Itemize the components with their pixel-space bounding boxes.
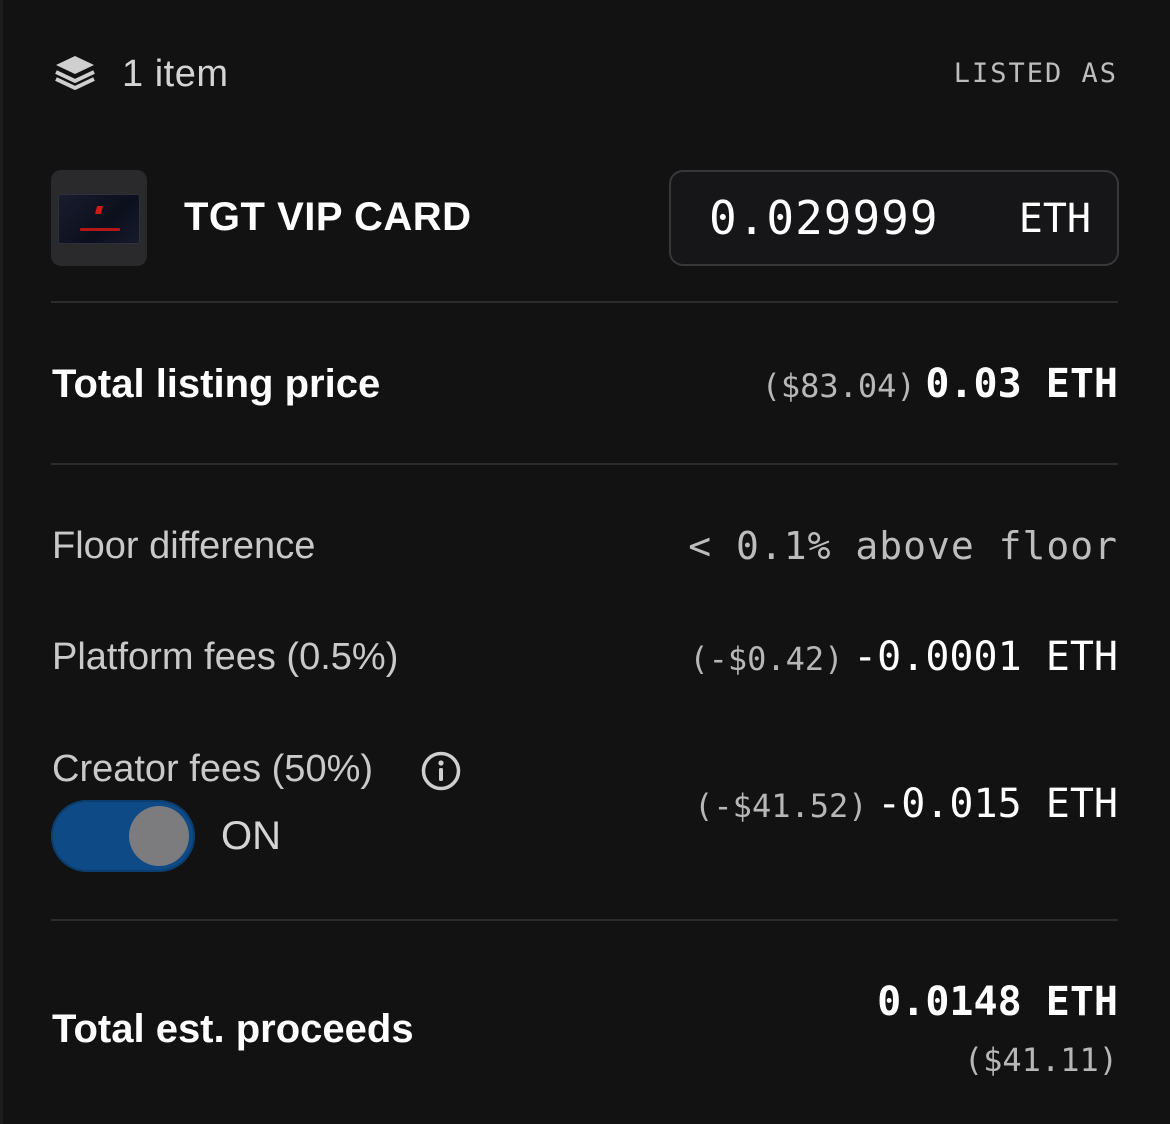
platform-fees-value: (-$0.42) -0.0001 ETH	[689, 634, 1118, 688]
layers-icon	[55, 56, 95, 90]
total-proceeds-usd: ($41.11)	[963, 1041, 1118, 1079]
creator-fees-label: Creator fees (50%)	[52, 748, 374, 790]
floor-difference-value: < 0.1% above floor	[688, 524, 1118, 568]
toggle-knob[interactable]	[129, 806, 189, 866]
divider	[51, 463, 1118, 465]
total-proceeds-label: Total est. proceeds	[52, 1007, 414, 1051]
panel-edge	[0, 0, 3, 1124]
creator-fees-eth: -0.015 ETH	[877, 781, 1118, 827]
floor-difference-label: Floor difference	[52, 525, 316, 567]
listing-price-input[interactable]: 0.029999 ETH	[669, 170, 1119, 266]
total-proceeds-eth: 0.0148 ETH	[877, 979, 1118, 1025]
card-text-mark	[80, 228, 120, 231]
platform-fees-usd: (-$0.42)	[689, 640, 844, 678]
price-value[interactable]: 0.029999	[709, 192, 939, 244]
total-listing-price-label: Total listing price	[52, 362, 381, 406]
creator-fees-usd: (-$41.52)	[694, 787, 868, 825]
total-listing-usd: ($83.04)	[761, 367, 916, 405]
total-listing-eth: 0.03 ETH	[925, 361, 1118, 407]
info-icon[interactable]	[420, 750, 462, 792]
listed-as-label: LISTED AS	[953, 58, 1118, 89]
creator-fees-value: (-$41.52) -0.015 ETH	[694, 781, 1118, 835]
item-count: 1 item	[122, 53, 229, 95]
nft-thumbnail[interactable]	[51, 170, 147, 266]
vip-card-image	[58, 194, 140, 244]
creator-fees-toggle[interactable]	[51, 800, 195, 872]
divider	[51, 919, 1118, 921]
toggle-state-label: ON	[221, 814, 281, 858]
platform-fees-eth: -0.0001 ETH	[853, 634, 1118, 680]
price-unit: ETH	[1018, 196, 1091, 242]
item-name: TGT VIP CARD	[184, 195, 472, 239]
divider	[51, 301, 1118, 303]
card-logo	[94, 206, 104, 214]
total-listing-price-value: ($83.04) 0.03 ETH	[762, 360, 1118, 416]
platform-fees-label: Platform fees (0.5%)	[52, 636, 399, 678]
